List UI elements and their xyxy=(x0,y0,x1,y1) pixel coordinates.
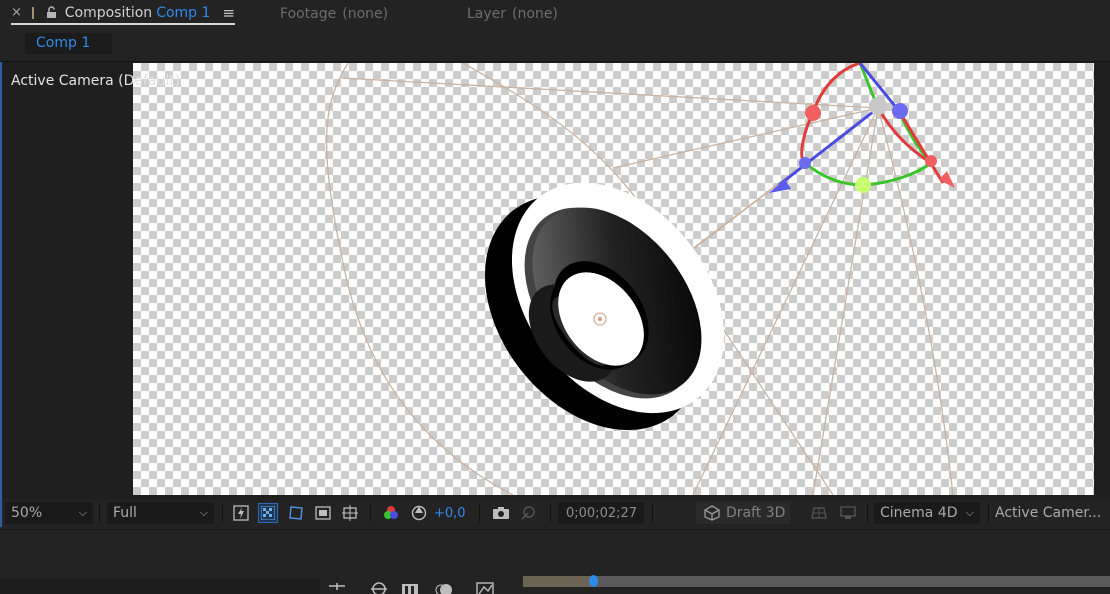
work-area-bar[interactable] xyxy=(523,576,591,587)
exposure-value[interactable]: +0,0 xyxy=(434,502,466,524)
3d-ground-plane-icon[interactable] xyxy=(809,503,829,523)
tab-layer-value: (none) xyxy=(512,6,558,22)
viewer-toolbar: 50% ⌵ Full ⌵ +0,0 0;00;02;27 Draft 3D Ci… xyxy=(2,499,1110,527)
chevron-down-icon: ⌵ xyxy=(199,506,208,519)
composition-flowchart-icon[interactable] xyxy=(327,582,347,594)
divider xyxy=(550,504,551,522)
comp-breadcrumb[interactable]: Comp 1 xyxy=(25,33,112,54)
divider xyxy=(988,504,989,522)
divider xyxy=(479,504,480,522)
camera-gizmo[interactable] xyxy=(769,63,955,193)
region-of-interest-icon[interactable] xyxy=(313,503,333,523)
panel-tab-bar: × Composition Comp 1 ≡ Footage (none) La… xyxy=(0,0,1110,30)
panel-menu-icon[interactable]: ≡ xyxy=(222,4,235,22)
tab-footage-label: Footage xyxy=(280,6,337,22)
playhead-handle[interactable] xyxy=(588,575,598,587)
transparency-grid-icon[interactable] xyxy=(258,503,278,523)
tab-composition-name: Comp 1 xyxy=(156,4,211,21)
composition-breadcrumb-row: Comp 1 xyxy=(0,30,1110,62)
extended-viewer-icon[interactable] xyxy=(838,503,858,523)
ring-object xyxy=(485,182,725,431)
scene-render xyxy=(325,63,955,495)
draft-3d-timeline-icon[interactable] xyxy=(369,582,389,594)
grid-guides-icon[interactable] xyxy=(340,503,360,523)
tab-composition-label: Composition xyxy=(64,4,153,21)
tab-composition[interactable]: × Composition Comp 1 ≡ xyxy=(11,2,235,25)
composition-canvas[interactable] xyxy=(133,63,1094,495)
divider xyxy=(222,504,223,522)
timeline-panel xyxy=(0,529,1110,594)
close-tab-icon[interactable]: × xyxy=(11,5,22,20)
frame-blending-icon[interactable] xyxy=(400,582,420,594)
magnification-value: 50% xyxy=(11,505,43,521)
color-channels-icon[interactable] xyxy=(381,503,401,523)
magnification-dropdown[interactable]: 50% ⌵ xyxy=(5,502,93,524)
timeline-layer-area xyxy=(0,578,320,594)
tab-footage[interactable]: Footage (none) xyxy=(280,4,388,24)
chevron-down-icon: ⌵ xyxy=(78,506,87,519)
mask-visibility-icon[interactable] xyxy=(286,503,306,523)
chevron-down-icon: ⌵ xyxy=(965,506,974,519)
snapshot-camera-icon[interactable] xyxy=(491,503,511,523)
divider xyxy=(99,504,100,522)
resolution-dropdown[interactable]: Full ⌵ xyxy=(107,502,214,524)
renderer-value: Cinema 4D xyxy=(880,505,958,521)
show-snapshot-icon[interactable] xyxy=(518,503,538,523)
renderer-dropdown[interactable]: Cinema 4D ⌵ xyxy=(874,502,980,524)
composition-viewer: Active Camera (Default) xyxy=(0,62,1110,527)
motion-blur-icon[interactable] xyxy=(435,582,455,594)
fast-previews-icon[interactable] xyxy=(231,503,251,523)
reset-exposure-icon[interactable] xyxy=(409,503,429,523)
graph-editor-icon[interactable] xyxy=(475,582,495,594)
3d-view-value: Active Camer... xyxy=(995,505,1102,521)
cube-icon xyxy=(704,505,720,521)
3d-view-dropdown[interactable]: Active Camer... xyxy=(995,502,1110,524)
divider xyxy=(370,504,371,522)
tab-footage-value: (none) xyxy=(342,6,389,22)
lock-icon[interactable] xyxy=(46,6,57,19)
tab-layer-label: Layer xyxy=(467,6,507,22)
time-navigator-bar[interactable] xyxy=(523,576,1110,587)
active-camera-label: Active Camera (Default) xyxy=(11,73,181,89)
draft-3d-label: Draft 3D xyxy=(726,505,786,521)
current-time-display[interactable]: 0;00;02;27 xyxy=(558,502,644,524)
composition-color-icon xyxy=(31,6,34,19)
resolution-value: Full xyxy=(113,505,137,521)
draft-3d-toggle[interactable]: Draft 3D xyxy=(696,502,790,524)
tab-layer[interactable]: Layer (none) xyxy=(467,4,558,24)
divider xyxy=(652,504,653,522)
exposure-text: +0,0 xyxy=(434,505,466,521)
divider xyxy=(867,504,868,522)
